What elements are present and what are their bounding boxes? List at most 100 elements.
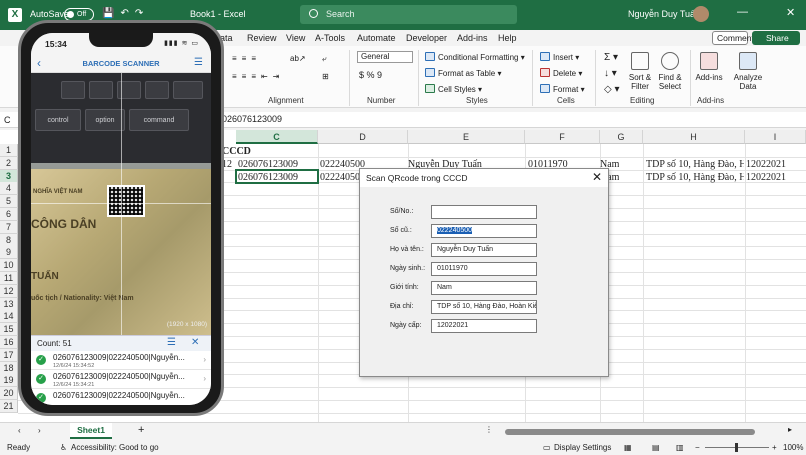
normal-view-icon[interactable]: ▦ xyxy=(624,443,632,452)
row-header[interactable]: 2 xyxy=(0,156,18,170)
user-name[interactable]: Nguyễn Duy Tuấn xyxy=(628,9,700,19)
close-window-button[interactable]: ✕ xyxy=(786,6,795,19)
column-header-f[interactable]: F xyxy=(525,130,600,144)
row-header[interactable]: 16 xyxy=(0,336,18,349)
row-header[interactable]: 19 xyxy=(0,374,18,388)
row-header[interactable]: 17 xyxy=(0,348,18,362)
scan-list-item[interactable]: ✓ 026076123009|022240500|Nguyễn... 12/6/… xyxy=(31,370,211,389)
row-header[interactable]: 1 xyxy=(0,144,18,157)
row-header[interactable]: 4 xyxy=(0,182,18,196)
avatar[interactable] xyxy=(693,6,709,22)
dialog-field-input[interactable]: 022240500 xyxy=(431,224,537,238)
dialog-field-input[interactable]: Nguyễn Duy Tuấn xyxy=(431,243,537,257)
column-header-h[interactable]: H xyxy=(643,130,745,144)
format-as-table-button[interactable]: Format as Table ▾ xyxy=(425,68,501,78)
row-header[interactable]: 21 xyxy=(0,400,18,413)
zoom-level[interactable]: 100% xyxy=(783,443,803,452)
clear-icon[interactable]: ◇ ▾ xyxy=(604,84,620,95)
row-header[interactable]: 8 xyxy=(0,233,18,247)
share-button[interactable]: Share xyxy=(752,31,800,45)
wrap-text-icon[interactable]: ⤶ xyxy=(322,54,326,64)
scan-list-item[interactable]: ✓ 026076123009|022240500|Nguyễn... 12/6/… xyxy=(31,351,211,370)
row-header[interactable]: 7 xyxy=(0,220,18,234)
tab-view[interactable]: View xyxy=(286,33,305,43)
column-header-i[interactable]: I xyxy=(745,130,806,144)
conditional-formatting-button[interactable]: Conditional Formatting ▾ xyxy=(425,52,525,62)
delete-button[interactable]: Delete ▾ xyxy=(540,68,582,78)
sort-filter-button[interactable]: Sort & Filter xyxy=(625,52,655,91)
fill-icon[interactable]: ↓ ▾ xyxy=(604,68,617,79)
column-header-g[interactable]: G xyxy=(600,130,643,144)
horizontal-scrollbar[interactable] xyxy=(505,429,755,435)
cell-i3[interactable]: 12022021 xyxy=(746,171,786,184)
cell-styles-button[interactable]: Cell Styles ▾ xyxy=(425,84,482,94)
insert-button[interactable]: Insert ▾ xyxy=(540,52,579,62)
next-sheet-icon[interactable]: › xyxy=(38,426,41,435)
cell-h3[interactable]: TDP số 10, Hàng Đào, H xyxy=(646,171,744,184)
number-format-symbols[interactable]: $ % 9 xyxy=(359,70,382,80)
row-header[interactable]: 13 xyxy=(0,297,18,311)
scan-list-item[interactable]: ✓ 026076123009|022240500|Nguyễn... xyxy=(31,389,211,405)
add-sheet-button[interactable]: + xyxy=(138,424,144,436)
align-center-icons[interactable]: ≡≡≡⇤⇥ xyxy=(232,72,284,81)
cell-d3[interactable]: 022240500 xyxy=(320,171,360,184)
add-ins-button[interactable]: Add-ins xyxy=(694,52,724,82)
formula-input[interactable]: 026076123009 xyxy=(222,114,282,124)
tab-help[interactable]: Help xyxy=(498,33,517,43)
column-header-c[interactable]: C xyxy=(236,130,318,144)
row-header[interactable]: 10 xyxy=(0,259,18,273)
cell-b1[interactable]: CCCD xyxy=(222,145,251,158)
menu-icon[interactable]: ☰ xyxy=(194,57,203,68)
dialog-field-input[interactable] xyxy=(431,205,537,219)
comments-button[interactable]: Comments xyxy=(712,31,758,45)
close-icon[interactable]: ✕ xyxy=(191,337,199,348)
zoom-out-icon[interactable]: − xyxy=(695,443,700,452)
column-header-e[interactable]: E xyxy=(408,130,525,144)
dialog-close-button[interactable]: ✕ xyxy=(592,170,602,184)
accessibility-status[interactable]: Accessibility: Good to go xyxy=(71,443,159,452)
scroll-options-icon[interactable]: ⋮ xyxy=(485,425,493,434)
sheet-tab-sheet1[interactable]: Sheet1 xyxy=(70,423,112,439)
number-format-select[interactable]: General xyxy=(357,51,413,63)
zoom-in-icon[interactable]: + xyxy=(772,443,777,452)
row-header[interactable]: 11 xyxy=(0,272,18,285)
row-header[interactable]: 3 xyxy=(0,169,18,183)
row-header[interactable]: 14 xyxy=(0,310,18,324)
row-header[interactable]: 20 xyxy=(0,387,18,401)
format-button[interactable]: Format ▾ xyxy=(540,84,585,94)
dialog-field-input[interactable]: 01011970 xyxy=(431,262,537,276)
tab-review[interactable]: Review xyxy=(247,33,277,43)
page-layout-icon[interactable]: ▤ xyxy=(652,443,660,452)
align-top-icons[interactable]: ≡≡≡ xyxy=(232,54,261,63)
quick-access-icons[interactable]: 💾↶↷ xyxy=(102,8,149,19)
row-header[interactable]: 6 xyxy=(0,208,18,221)
orientation-icon[interactable]: ab↗ xyxy=(290,54,306,63)
dialog-field-input[interactable]: TDP số 10, Hàng Đào, Hoàn Kiếm xyxy=(431,300,537,314)
column-header-d[interactable]: D xyxy=(318,130,408,144)
row-header[interactable]: 5 xyxy=(0,195,18,209)
merge-icon[interactable]: ⊞ xyxy=(322,72,329,81)
search-box[interactable]: Search xyxy=(300,5,517,24)
analyze-data-button[interactable]: Analyze Data xyxy=(731,52,765,91)
row-header[interactable]: 9 xyxy=(0,246,18,260)
tab-automate[interactable]: Automate xyxy=(357,33,396,43)
tab-add-ins[interactable]: Add-ins xyxy=(457,33,488,43)
row-header[interactable]: 18 xyxy=(0,361,18,375)
list-icon[interactable]: ☰ xyxy=(167,337,176,348)
row-header[interactable]: 12 xyxy=(0,284,18,298)
find-select-button[interactable]: Find & Select xyxy=(655,52,685,91)
row-header[interactable]: 15 xyxy=(0,323,18,337)
dialog-field-input[interactable]: Nam xyxy=(431,281,537,295)
display-settings-button[interactable]: Display Settings xyxy=(554,443,611,452)
prev-sheet-icon[interactable]: ‹ xyxy=(18,426,21,435)
tab-a-tools[interactable]: A-Tools xyxy=(315,33,345,43)
cell-h2[interactable]: TDP số 10, Hàng Đào, H xyxy=(646,158,744,171)
scroll-right-icon[interactable]: ▸ xyxy=(788,425,792,434)
dialog-field-input[interactable]: 12022021 xyxy=(431,319,537,333)
zoom-slider-thumb[interactable] xyxy=(735,443,738,452)
page-break-icon[interactable]: ▥ xyxy=(676,443,684,452)
dialog-title-bar[interactable]: Scan QRcode trong CCCD ✕ xyxy=(360,169,608,187)
autosum-icon[interactable]: Σ ▾ xyxy=(604,52,618,63)
minimize-button[interactable]: — xyxy=(737,6,748,18)
cell-i2[interactable]: 12022021 xyxy=(746,158,786,171)
